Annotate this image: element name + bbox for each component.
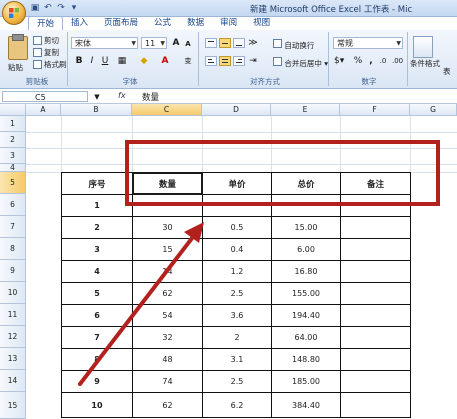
annotation-arrow-icon [78, 222, 204, 386]
office-logo-icon [9, 8, 19, 18]
office-button[interactable] [2, 1, 26, 25]
